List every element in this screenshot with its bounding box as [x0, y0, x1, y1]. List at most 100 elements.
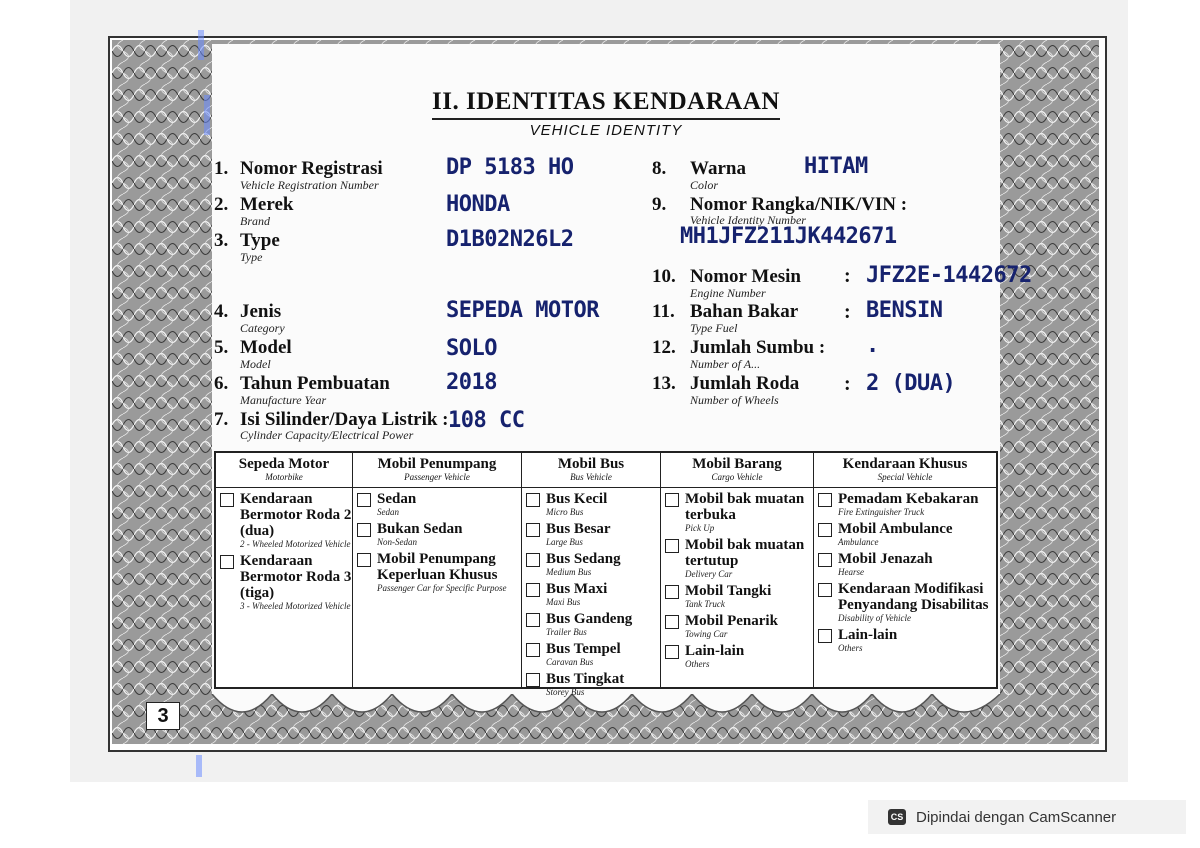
- checkbox-icon[interactable]: [818, 583, 832, 597]
- field-value: BENSIN: [866, 298, 943, 323]
- checkbox-item[interactable]: Mobil Penarik Towing Car: [665, 613, 813, 640]
- camscanner-watermark: CS Dipindai dengan CamScanner: [868, 800, 1186, 834]
- field-value: MH1JFZ211JK442671: [680, 224, 897, 249]
- checkbox-label: Kendaraan Modifikasi Penyandang Disabili…: [838, 581, 989, 613]
- field-number: 12.: [652, 337, 676, 358]
- checkbox-icon[interactable]: [526, 523, 540, 537]
- checkbox-icon[interactable]: [818, 629, 832, 643]
- field-number: 3.: [214, 230, 229, 251]
- checkbox-sublabel: Fire Extinguisher Truck: [838, 507, 925, 517]
- column-header: Sepeda Motor Motorbike: [216, 453, 352, 488]
- checkbox-item[interactable]: Mobil bak muatan terbuka Pick Up: [665, 491, 813, 534]
- checkbox-sublabel: Tank Truck: [685, 599, 725, 609]
- checkbox-item[interactable]: Bukan Sedan Non-Sedan: [357, 521, 521, 548]
- field-label: Jumlah Sumbu :: [690, 337, 826, 358]
- checkbox-icon[interactable]: [357, 523, 371, 537]
- field-value: 2018: [446, 370, 497, 395]
- checkbox-icon[interactable]: [665, 615, 679, 629]
- column-subtitle: Cargo Vehicle: [711, 472, 763, 482]
- checkbox-item[interactable]: Sedan Sedan: [357, 491, 521, 518]
- field-label: Nomor Registrasi: [240, 158, 383, 179]
- checkbox-label: Bus Gandeng: [546, 611, 633, 627]
- checkbox-item[interactable]: Kendaraan Modifikasi Penyandang Disabili…: [818, 581, 996, 624]
- camscanner-text: Dipindai dengan CamScanner: [916, 808, 1117, 826]
- checkbox-sublabel: Maxi Bus: [546, 597, 581, 607]
- checkbox-item[interactable]: Mobil Ambulance Ambulance: [818, 521, 996, 548]
- camscanner-logo-icon: CS: [888, 809, 906, 825]
- checkbox-icon[interactable]: [665, 645, 679, 659]
- checkbox-sublabel: 2 - Wheeled Motorized Vehicle: [240, 539, 351, 549]
- field-colon: :: [844, 301, 851, 323]
- title-underline: [432, 118, 780, 120]
- scan-artifact: [196, 755, 202, 777]
- checkbox-icon[interactable]: [526, 553, 540, 567]
- checkbox-icon[interactable]: [357, 553, 371, 567]
- checkbox-label: Mobil Penumpang Keperluan Khusus: [377, 551, 498, 583]
- column-subtitle: Passenger Vehicle: [404, 472, 470, 482]
- checkbox-item[interactable]: Bus Tempel Caravan Bus: [526, 641, 660, 668]
- checkbox-icon[interactable]: [665, 539, 679, 553]
- checkbox-icon[interactable]: [818, 493, 832, 507]
- field-sublabel: Color: [690, 178, 719, 192]
- field-number: 1.: [214, 158, 229, 179]
- checkbox-item[interactable]: Lain-lain Others: [818, 627, 996, 654]
- field-label: Jenis: [240, 301, 282, 322]
- checkbox-sublabel: Storey Bus: [546, 687, 585, 697]
- checkbox-item[interactable]: Mobil Penumpang Keperluan Khusus Passeng…: [357, 551, 521, 594]
- checkbox-label: Lain-lain: [685, 643, 745, 659]
- checkbox-sublabel: Towing Car: [685, 629, 728, 639]
- checkbox-icon[interactable]: [526, 643, 540, 657]
- checkbox-sublabel: Others: [838, 643, 863, 653]
- checkbox-icon[interactable]: [818, 523, 832, 537]
- table-column-cargo-vehicle: Mobil Barang Cargo Vehicle Mobil bak mua…: [661, 453, 814, 687]
- column-header: Kendaraan Khusus Special Vehicle: [814, 453, 996, 488]
- table-column-passenger-vehicle: Mobil Penumpang Passenger Vehicle Sedan …: [353, 453, 522, 687]
- checkbox-item[interactable]: Bus Kecil Micro Bus: [526, 491, 660, 518]
- field-number: 2.: [214, 194, 229, 215]
- field-label: Tahun Pembuatan: [240, 373, 390, 394]
- checkbox-icon[interactable]: [526, 613, 540, 627]
- field-number: 9.: [652, 194, 667, 215]
- checkbox-item[interactable]: Bus Besar Large Bus: [526, 521, 660, 548]
- checkbox-icon[interactable]: [526, 493, 540, 507]
- checkbox-icon[interactable]: [220, 555, 234, 569]
- field-value: SOLO: [446, 336, 497, 361]
- checkbox-item[interactable]: Mobil Jenazah Hearse: [818, 551, 996, 578]
- checkbox-item[interactable]: Mobil bak muatan tertutup Delivery Car: [665, 537, 813, 580]
- checkbox-item[interactable]: Kendaraan Bermotor Roda 3 (tiga) 3 - Whe…: [220, 553, 352, 612]
- checkbox-item[interactable]: Bus Tingkat Storey Bus: [526, 671, 660, 698]
- checkbox-item[interactable]: Bus Gandeng Trailer Bus: [526, 611, 660, 638]
- checkbox-label: Bus Sedang: [546, 551, 621, 567]
- checkbox-label: Kendaraan Bermotor Roda 2 (dua): [240, 491, 352, 539]
- checkbox-label: Lain-lain: [838, 627, 898, 643]
- checkbox-item[interactable]: Kendaraan Bermotor Roda 2 (dua) 2 - Whee…: [220, 491, 352, 550]
- column-header: Mobil Bus Bus Vehicle: [522, 453, 660, 488]
- checkbox-label: Mobil Tangki: [685, 583, 772, 599]
- checkbox-icon[interactable]: [357, 493, 371, 507]
- column-subtitle: Bus Vehicle: [570, 472, 612, 482]
- checkbox-item[interactable]: Pemadam Kebakaran Fire Extinguisher Truc…: [818, 491, 996, 518]
- checkbox-icon[interactable]: [818, 553, 832, 567]
- vehicle-class-table: Sepeda Motor Motorbike Kendaraan Bermoto…: [214, 451, 998, 697]
- checkbox-item[interactable]: Bus Maxi Maxi Bus: [526, 581, 660, 608]
- checkbox-icon[interactable]: [665, 493, 679, 507]
- checkbox-sublabel: Medium Bus: [546, 567, 592, 577]
- field-number: 4.: [214, 301, 229, 322]
- checkbox-item[interactable]: Bus Sedang Medium Bus: [526, 551, 660, 578]
- field-sublabel: Brand: [240, 214, 270, 228]
- field-colon: :: [844, 265, 851, 287]
- checkbox-item[interactable]: Mobil Tangki Tank Truck: [665, 583, 813, 610]
- checkbox-icon[interactable]: [220, 493, 234, 507]
- checkbox-item[interactable]: Lain-lain Others: [665, 643, 813, 670]
- checkbox-label: Mobil bak muatan tertutup: [685, 537, 805, 569]
- field-sublabel: Number of Wheels: [690, 393, 779, 407]
- checkbox-label: Mobil Ambulance: [838, 521, 953, 537]
- page-title: II. IDENTITAS KENDARAAN: [432, 88, 780, 115]
- checkbox-icon[interactable]: [665, 585, 679, 599]
- checkbox-icon[interactable]: [526, 673, 540, 687]
- checkbox-icon[interactable]: [526, 583, 540, 597]
- checkbox-label: Bus Besar: [546, 521, 611, 537]
- field-label: Model: [240, 337, 292, 358]
- field-sublabel: Vehicle Registration Number: [240, 178, 379, 192]
- checkbox-sublabel: Sedan: [377, 507, 399, 517]
